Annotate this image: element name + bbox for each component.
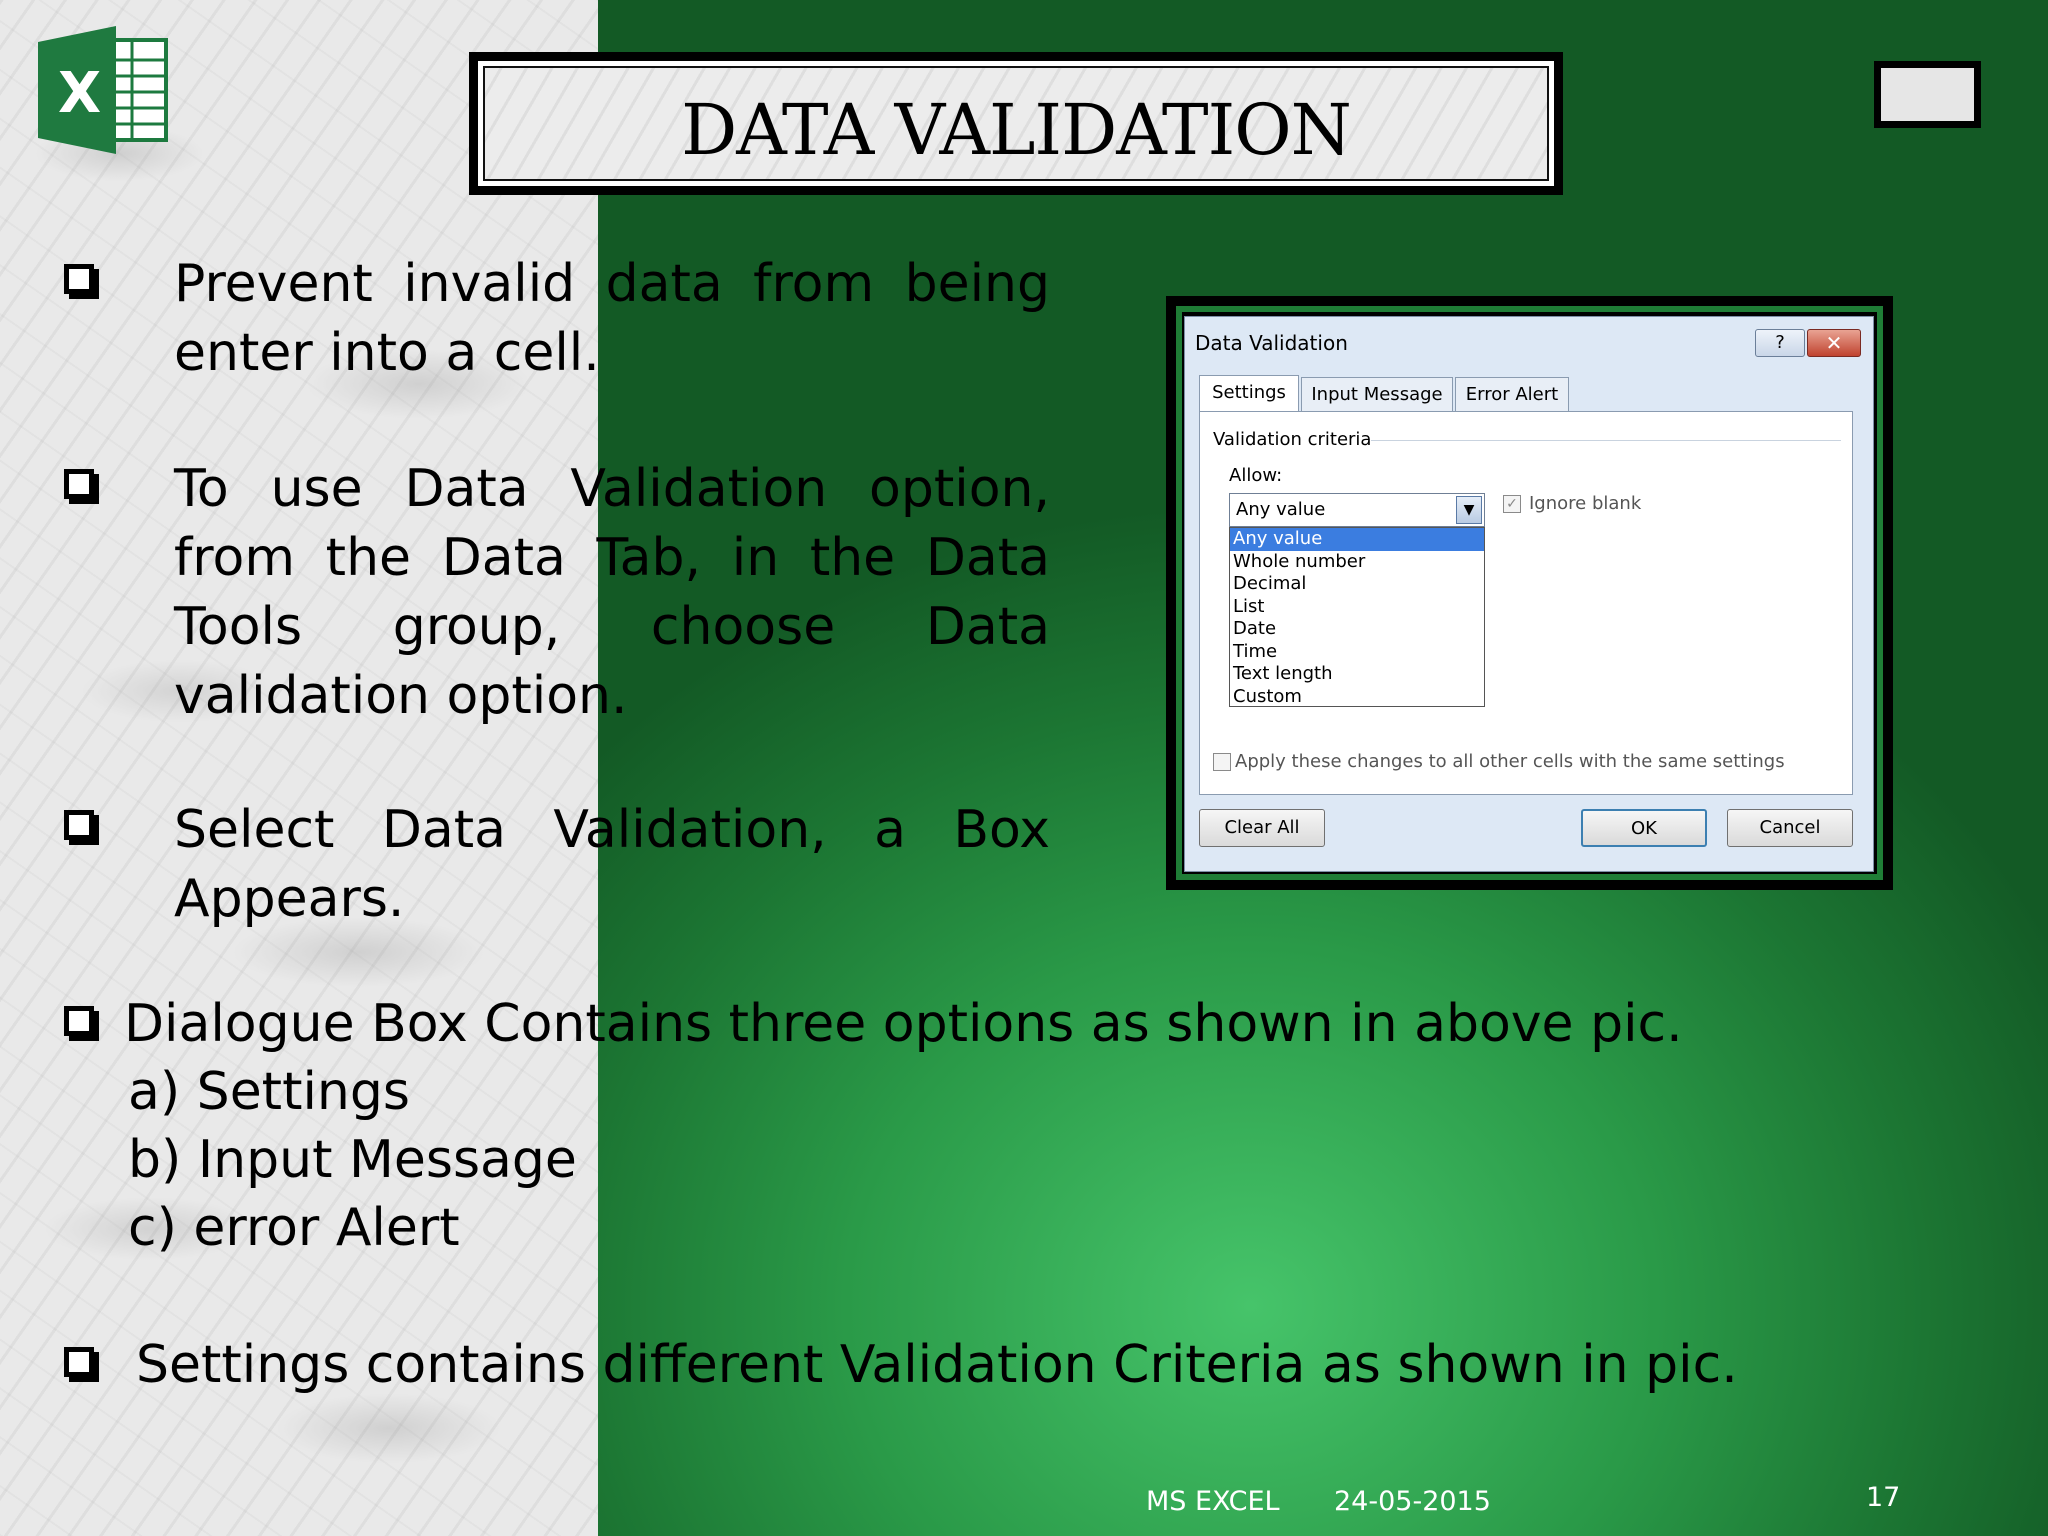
excel-logo-icon: X: [38, 26, 168, 154]
allow-dropdown[interactable]: Any value ▼: [1229, 493, 1485, 527]
clear-all-button[interactable]: Clear All: [1199, 809, 1325, 847]
title-box: DATA VALIDATION: [469, 52, 1563, 195]
list-item[interactable]: Custom: [1230, 686, 1484, 709]
footer-date: 24-05-2015: [1334, 1486, 1491, 1517]
apply-all-checkbox[interactable]: [1213, 753, 1231, 771]
bullet-text: Prevent invalid data from being enter in…: [174, 254, 1050, 383]
data-validation-dialog: Data Validation ? ✕ Settings Input Messa…: [1184, 316, 1874, 872]
page-number: 17: [1866, 1482, 1901, 1513]
checkbox-bullet-icon: [64, 810, 94, 840]
dialogue-item: a) Settings: [128, 1062, 410, 1122]
decor-box: [1874, 61, 1981, 128]
chevron-down-icon[interactable]: ▼: [1456, 496, 1482, 524]
allow-options-list[interactable]: Any value Whole number Decimal List Date…: [1229, 527, 1485, 707]
dialogue-item: c) error Alert: [128, 1198, 460, 1258]
bullet-text: Select Data Validation, a Box Appears.: [174, 800, 1050, 929]
ignore-blank-label: Ignore blank: [1529, 493, 1642, 514]
dialogue-item: b) Input Message: [128, 1130, 577, 1190]
help-button[interactable]: ?: [1755, 329, 1805, 357]
footer-title: MS EXCEL: [1146, 1486, 1280, 1517]
tab-input-message[interactable]: Input Message: [1301, 377, 1453, 411]
list-item[interactable]: Whole number: [1230, 551, 1484, 574]
list-item[interactable]: Time: [1230, 641, 1484, 664]
apply-all-label: Apply these changes to all other cells w…: [1235, 751, 1785, 772]
tab-error-alert[interactable]: Error Alert: [1455, 377, 1569, 411]
list-item[interactable]: List: [1230, 596, 1484, 619]
tab-settings[interactable]: Settings: [1199, 375, 1299, 411]
checkbox-bullet-icon: [64, 1347, 94, 1377]
checkbox-bullet-icon: [64, 469, 94, 499]
section-divider: [1371, 440, 1841, 441]
section-label: Validation criteria: [1213, 429, 1372, 450]
ok-button[interactable]: OK: [1581, 809, 1707, 847]
marble-background: [0, 0, 598, 1536]
checkbox-bullet-icon: [64, 264, 94, 294]
settings-note: Settings contains different Validation C…: [136, 1335, 1738, 1395]
dialogue-intro: Dialogue Box Contains three options as s…: [124, 994, 1683, 1054]
list-item[interactable]: Any value: [1230, 528, 1484, 551]
allow-label: Allow:: [1229, 465, 1283, 486]
cancel-button[interactable]: Cancel: [1727, 809, 1853, 847]
svg-text:X: X: [58, 61, 101, 126]
checkbox-bullet-icon: [64, 1006, 94, 1036]
list-item[interactable]: Decimal: [1230, 573, 1484, 596]
list-item[interactable]: Text length: [1230, 663, 1484, 686]
list-item[interactable]: Date: [1230, 618, 1484, 641]
bullet-text: To use Data Validation option, from the …: [174, 459, 1050, 726]
ignore-blank-checkbox[interactable]: ✓: [1503, 495, 1521, 513]
slide-title: DATA VALIDATION: [681, 89, 1352, 171]
close-button[interactable]: ✕: [1807, 329, 1861, 357]
allow-value: Any value: [1236, 499, 1326, 520]
dialog-title: Data Validation: [1195, 331, 1348, 355]
